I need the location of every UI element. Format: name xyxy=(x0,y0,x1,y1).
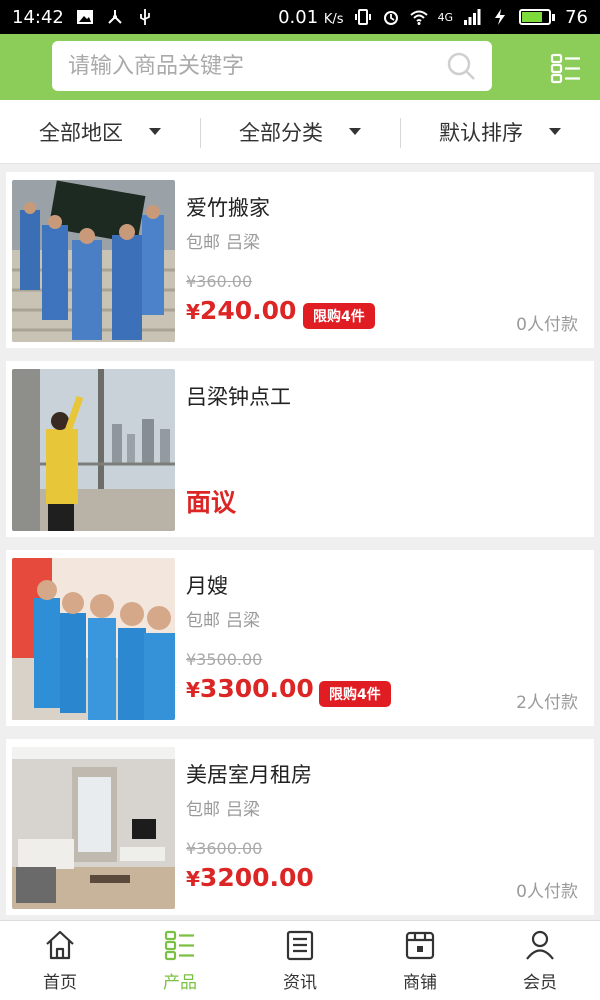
product-image-nannies[interactable] xyxy=(12,558,175,720)
usb-icon xyxy=(139,9,150,25)
product-card[interactable]: 月嫂 包邮 吕梁 ¥3500.00 ¥3300.00 限购4件 2人付款 xyxy=(6,550,594,726)
product-title[interactable]: 爱竹搬家 xyxy=(186,192,270,222)
location-label: 吕梁 xyxy=(226,611,260,631)
purchase-limit-badge: 限购4件 xyxy=(303,303,375,329)
shipping-label: 包邮 xyxy=(186,800,220,820)
shipping-label: 包邮 xyxy=(186,611,220,631)
product-meta: 包邮 吕梁 xyxy=(186,795,260,820)
product-title[interactable]: 吕梁钟点工 xyxy=(186,381,291,411)
image-notification-icon xyxy=(76,10,93,24)
product-meta: 包邮 吕梁 xyxy=(186,606,260,631)
battery-indicator xyxy=(519,9,556,25)
original-price: ¥3500.00 xyxy=(186,650,263,669)
sale-price: ¥3200.00 xyxy=(186,863,314,892)
tab-products[interactable]: 产品 xyxy=(120,921,240,1000)
product-card[interactable]: 爱竹搬家 包邮 吕梁 ¥360.00 ¥240.00 限购4件 0人付款 xyxy=(6,172,594,348)
product-list: 爱竹搬家 包邮 吕梁 ¥360.00 ¥240.00 限购4件 0人付款 吕梁钟… xyxy=(6,172,594,928)
list-icon xyxy=(164,930,194,961)
user-icon xyxy=(526,930,554,960)
sale-price: ¥3300.00 xyxy=(186,674,314,703)
product-title[interactable]: 月嫂 xyxy=(186,570,228,600)
alarm-icon xyxy=(383,11,398,25)
battery-fill xyxy=(522,12,542,22)
product-card[interactable]: 美居室月租房 包邮 吕梁 ¥3600.00 ¥3200.00 0人付款 xyxy=(6,739,594,915)
search-icon[interactable] xyxy=(446,51,476,81)
tab-label: 资讯 xyxy=(283,973,317,993)
product-image-apartment[interactable] xyxy=(12,747,175,909)
paid-count: 0人付款 xyxy=(516,882,578,902)
shipping-label: 包邮 xyxy=(186,233,220,253)
original-price: ¥3600.00 xyxy=(186,839,263,858)
search-input[interactable] xyxy=(68,53,446,79)
search-box[interactable] xyxy=(52,41,492,91)
tab-label: 会员 xyxy=(523,973,557,993)
category-menu-icon[interactable] xyxy=(550,52,582,84)
filter-sort-dropdown[interactable]: 默认排序 xyxy=(400,100,600,163)
product-meta: 包邮 吕梁 xyxy=(186,228,260,253)
news-icon xyxy=(286,930,314,961)
filter-label: 全部地区 xyxy=(39,120,123,145)
product-image-movers[interactable] xyxy=(12,180,175,342)
caret-down-icon xyxy=(349,128,361,135)
location-label: 吕梁 xyxy=(226,800,260,820)
filter-label: 全部分类 xyxy=(239,120,323,145)
header xyxy=(0,34,600,100)
caret-down-icon xyxy=(549,128,561,135)
price-negotiable: 面议 xyxy=(186,488,237,517)
sale-price: ¥240.00 xyxy=(186,296,297,325)
filter-bar: 全部地区 全部分类 默认排序 xyxy=(0,100,600,164)
paid-count: 2人付款 xyxy=(516,693,578,713)
tab-shops[interactable]: 商铺 xyxy=(360,921,480,1000)
tab-member[interactable]: 会员 xyxy=(480,921,600,1000)
network-type: 4G xyxy=(437,10,454,24)
battery-percent: 76 xyxy=(565,6,588,28)
tab-label: 商铺 xyxy=(403,973,437,993)
bottom-tab-bar: 首页 产品 资讯 商铺 会员 xyxy=(0,920,600,1000)
signal-icon xyxy=(464,9,481,25)
tab-news[interactable]: 资讯 xyxy=(240,921,360,1000)
caret-down-icon xyxy=(149,128,161,135)
shop-icon xyxy=(405,931,435,960)
location-label: 吕梁 xyxy=(226,233,260,253)
filter-label: 默认排序 xyxy=(439,120,523,145)
product-card[interactable]: 吕梁钟点工 面议 xyxy=(6,361,594,537)
usb-share-icon xyxy=(108,10,122,24)
original-price: ¥360.00 xyxy=(186,272,253,291)
filter-category-dropdown[interactable]: 全部分类 xyxy=(200,100,400,163)
product-title[interactable]: 美居室月租房 xyxy=(186,759,312,789)
tab-label: 首页 xyxy=(43,973,77,993)
charging-icon xyxy=(495,9,506,25)
status-time: 14:42 xyxy=(12,6,64,28)
purchase-limit-badge: 限购4件 xyxy=(319,681,391,707)
vibrate-icon xyxy=(354,9,371,25)
filter-region-dropdown[interactable]: 全部地区 xyxy=(0,100,200,163)
home-icon xyxy=(46,930,74,960)
tab-label: 产品 xyxy=(163,973,197,993)
status-bar: 14:42 0.01 K/s 4G 76 xyxy=(0,0,600,34)
paid-count: 0人付款 xyxy=(516,315,578,335)
tab-home[interactable]: 首页 xyxy=(0,921,120,1000)
wifi-icon xyxy=(409,10,428,25)
product-image-cleaner[interactable] xyxy=(12,369,175,531)
net-speed: 0.01 K/s xyxy=(278,6,344,28)
